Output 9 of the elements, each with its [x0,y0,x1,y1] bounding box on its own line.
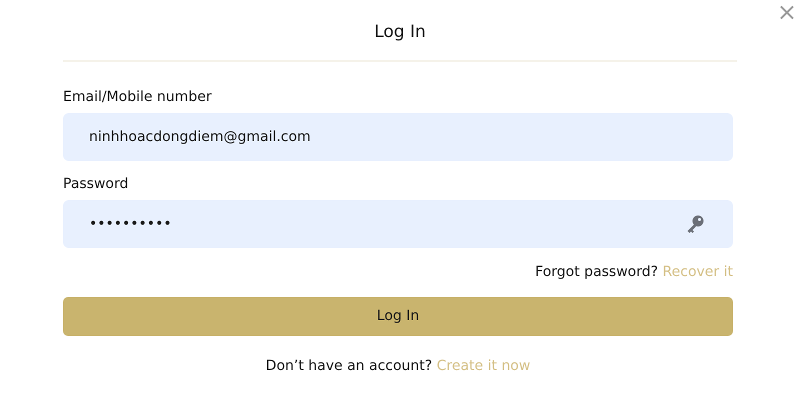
field-label: Email/Mobile number [63,88,213,106]
login-button[interactable]: Log In [63,297,733,336]
field-label: Password [63,175,130,193]
password-field[interactable]: •••••••••• [63,200,733,248]
key-icon[interactable] [685,214,705,234]
email-field[interactable]: ninhhoacdongdiem@gmail.com [63,113,733,161]
dialog-title: Log In [373,21,427,44]
signup-text: Don’t have an account? [266,358,434,374]
forgot-password-text: Forgot password? [535,264,660,280]
